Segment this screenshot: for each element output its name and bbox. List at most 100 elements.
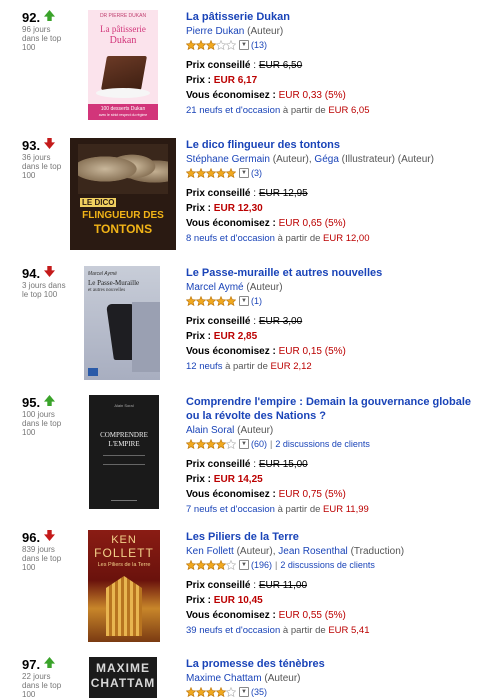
star-filled-icon bbox=[196, 296, 206, 306]
cover-cathedral-image bbox=[106, 576, 142, 636]
list-price-value: EUR 15,00 bbox=[258, 459, 308, 470]
savings-value: EUR 0,55 (5%) bbox=[278, 610, 346, 621]
price-value: EUR 6,17 bbox=[213, 75, 258, 86]
rating-count-link[interactable]: (60) bbox=[251, 439, 267, 449]
book-title-link[interactable]: Le dico flingueur des tontons bbox=[186, 138, 486, 152]
book-title-link[interactable]: Le Passe-muraille et autres nouvelles bbox=[186, 266, 486, 280]
cover-wall bbox=[132, 302, 160, 372]
offers-from-label: à partir de bbox=[282, 625, 326, 636]
cover-author: Alain Soral bbox=[114, 403, 134, 408]
discussions-link[interactable]: 2 discussions de clients bbox=[275, 439, 370, 449]
list-price-label: Prix conseillé bbox=[186, 188, 251, 199]
offers-price: EUR 11,99 bbox=[323, 504, 369, 515]
book-info: Le Passe-muraille et autres nouvelles Ma… bbox=[186, 266, 486, 373]
star-empty-icon bbox=[226, 439, 236, 449]
price-row: Prix : EUR 6,17 bbox=[186, 75, 486, 87]
book-title-link[interactable]: Les Piliers de la Terre bbox=[186, 530, 486, 544]
author-link[interactable]: Marcel Aymé bbox=[186, 282, 244, 293]
book-cover-piliers-terre[interactable]: KEN FOLLETT Les Piliers de la Terre bbox=[88, 530, 160, 642]
bestseller-item-95: 95. 100 jours dans le top 100 Alain Sora… bbox=[0, 395, 498, 531]
star-filled-icon bbox=[196, 560, 206, 570]
author-link[interactable]: Géga bbox=[314, 154, 338, 165]
offers-link[interactable]: 12 neufs bbox=[186, 361, 222, 372]
author-role: (Auteur) bbox=[237, 425, 274, 436]
author-link[interactable]: Stéphane Germain bbox=[186, 154, 270, 165]
savings-label: Vous économisez : bbox=[186, 218, 276, 229]
rating-count-link[interactable]: (13) bbox=[251, 40, 267, 50]
days-in-top: 100 jours dans le top 100 bbox=[22, 410, 62, 437]
star-filled-icon bbox=[196, 439, 206, 449]
rating-count-link[interactable]: (196) bbox=[251, 560, 272, 570]
rating-count-link[interactable]: (35) bbox=[251, 687, 267, 697]
cover-publisher-line bbox=[111, 500, 137, 501]
star-rating[interactable] bbox=[186, 40, 236, 50]
rating-count-link[interactable]: (3) bbox=[251, 168, 262, 178]
book-title-link[interactable]: Comprendre l'empire : Demain la gouverna… bbox=[186, 395, 486, 423]
price-label: Prix : bbox=[186, 474, 212, 485]
price-label: Prix : bbox=[186, 203, 212, 214]
list-price-row: Prix conseillé : EUR 11,00 bbox=[186, 580, 308, 591]
offers-link[interactable]: 7 neufs et d'occasion bbox=[186, 504, 275, 515]
savings-row: Vous économisez : EUR 0,15 (5%) bbox=[186, 346, 486, 358]
rank-number: 97. bbox=[22, 657, 41, 672]
author-link[interactable]: Ken Follett bbox=[186, 546, 234, 557]
star-empty-icon bbox=[226, 687, 236, 697]
rating-dropdown-icon[interactable]: ▼ bbox=[239, 439, 249, 449]
star-filled-icon bbox=[186, 296, 196, 306]
offers-link[interactable]: 8 neufs et d'occasion bbox=[186, 233, 275, 244]
rating-dropdown-icon[interactable]: ▼ bbox=[239, 560, 249, 570]
rating-row: ▼ (60) | 2 discussions de clients bbox=[186, 438, 486, 450]
cover-illustration bbox=[78, 144, 168, 194]
savings-label: Vous économisez : bbox=[186, 90, 276, 101]
book-cover-passe-muraille[interactable]: Marcel Aymé Le Passe-Muraille et autres … bbox=[84, 266, 160, 380]
book-title-link[interactable]: La pâtisserie Dukan bbox=[186, 10, 486, 24]
star-filled-icon bbox=[226, 168, 236, 178]
savings-value: EUR 0,33 (5%) bbox=[278, 90, 346, 101]
author-link[interactable]: Jean Rosenthal bbox=[278, 546, 348, 557]
star-rating[interactable] bbox=[186, 687, 236, 697]
offers-row: 12 neufs à partir de EUR 2,12 bbox=[186, 361, 486, 373]
star-rating[interactable] bbox=[186, 168, 236, 178]
book-title-link[interactable]: La promesse des ténèbres bbox=[186, 657, 486, 671]
rating-dropdown-icon[interactable]: ▼ bbox=[239, 168, 249, 178]
list-price-row: Prix conseillé : EUR 3,00 bbox=[186, 316, 303, 327]
trend-up-icon bbox=[44, 395, 55, 406]
days-in-top: 3 jours dans le top 100 bbox=[22, 281, 66, 299]
list-price-label: Prix conseillé bbox=[186, 459, 251, 470]
book-authors: Alain Soral (Auteur) bbox=[186, 424, 486, 437]
cover-footer-band: 100 desserts Dukan avec le strict respec… bbox=[88, 104, 158, 120]
list-price-value: EUR 12,95 bbox=[258, 188, 308, 199]
cover-subtitle-lines bbox=[103, 455, 145, 465]
star-rating[interactable] bbox=[186, 560, 236, 570]
star-rating[interactable] bbox=[186, 296, 236, 306]
book-cover-patisserie-dukan[interactable]: DR PIERRE DUKAN La pâtisserie Dukan 100 … bbox=[88, 10, 158, 120]
book-cover-comprendre-empire[interactable]: Alain Soral COMPRENDRE L'EMPIRE bbox=[89, 395, 159, 509]
author-link[interactable]: Maxime Chattam bbox=[186, 673, 262, 684]
book-info: Le dico flingueur des tontons Stéphane G… bbox=[186, 138, 486, 245]
star-filled-icon bbox=[196, 168, 206, 178]
star-filled-icon bbox=[206, 296, 216, 306]
star-filled-icon bbox=[206, 439, 216, 449]
bestseller-item-97: 97. 22 jours dans le top 100 MAXIME CHAT… bbox=[0, 657, 498, 698]
offers-link[interactable]: 39 neufs et d'occasion bbox=[186, 625, 280, 636]
rating-dropdown-icon[interactable]: ▼ bbox=[239, 40, 249, 50]
discussions-link[interactable]: 2 discussions de clients bbox=[280, 560, 375, 570]
rating-dropdown-icon[interactable]: ▼ bbox=[239, 296, 249, 306]
rating-count-link[interactable]: (1) bbox=[251, 296, 262, 306]
star-rating[interactable] bbox=[186, 439, 236, 449]
cover-title-line: Les Piliers de la Terre bbox=[97, 562, 151, 568]
rank-number: 95. bbox=[22, 395, 41, 410]
author-role: (Auteur) bbox=[246, 282, 283, 293]
offers-link[interactable]: 21 neufs et d'occasion bbox=[186, 105, 280, 116]
book-cover-dico-flingueur[interactable]: LE DICO FLINGUEUR DES TONTONS bbox=[70, 138, 176, 250]
price-label: Prix : bbox=[186, 331, 212, 342]
cover-title-line: Dukan bbox=[109, 35, 137, 46]
book-info: Comprendre l'empire : Demain la gouverna… bbox=[186, 395, 486, 516]
price-row: Prix : EUR 12,30 bbox=[186, 203, 486, 215]
rating-dropdown-icon[interactable]: ▼ bbox=[239, 687, 249, 697]
author-link[interactable]: Alain Soral bbox=[186, 425, 234, 436]
cover-author: DR PIERRE DUKAN bbox=[99, 13, 147, 19]
offers-price: EUR 5,41 bbox=[328, 625, 370, 636]
author-link[interactable]: Pierre Dukan bbox=[186, 26, 244, 37]
book-cover-promesse-tenebres[interactable]: MAXIME CHATTAM bbox=[89, 657, 157, 698]
